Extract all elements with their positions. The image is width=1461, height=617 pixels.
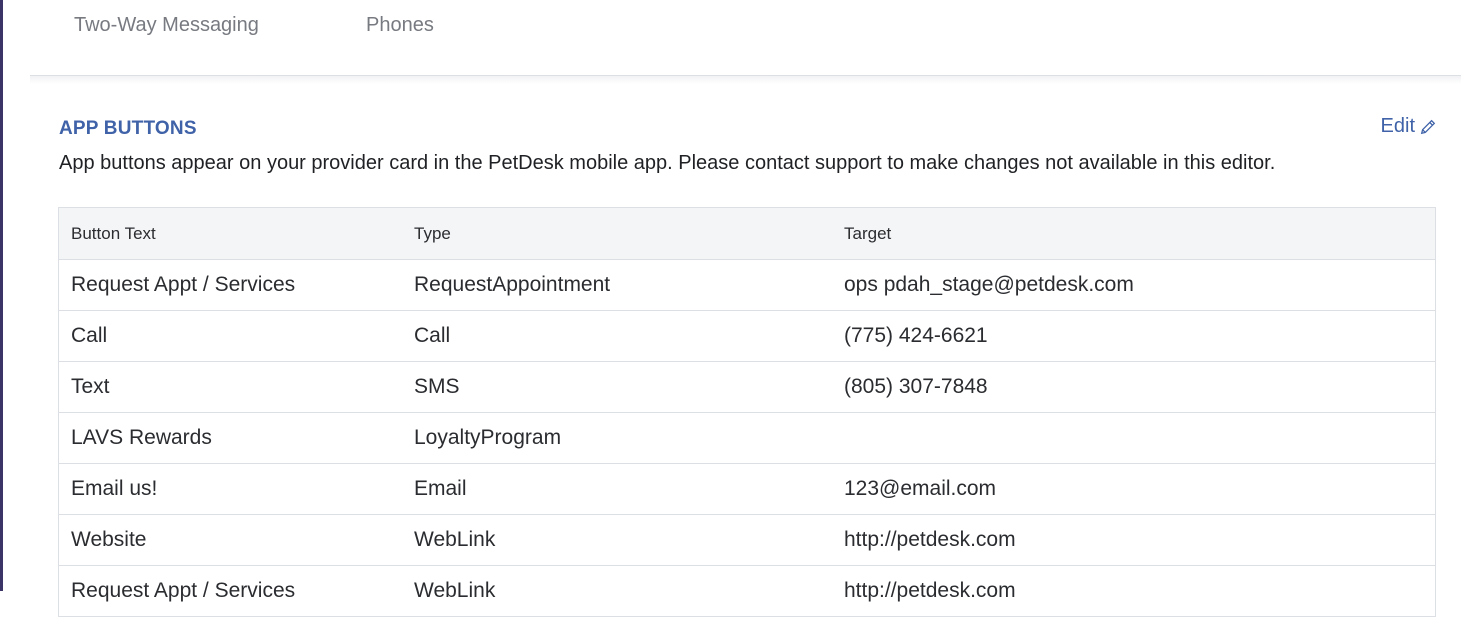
cell-target: (775) 424-6621 xyxy=(832,310,1435,362)
cell-button-text: LAVS Rewards xyxy=(59,412,402,464)
cell-target: 123@email.com xyxy=(832,463,1435,515)
left-gutter xyxy=(3,0,30,591)
cell-button-text: Call xyxy=(59,310,402,362)
table-header-row: Button Text Type Target xyxy=(59,208,1435,260)
cell-type: WebLink xyxy=(402,565,832,617)
column-header-target: Target xyxy=(832,208,1435,260)
section-title: APP BUTTONS xyxy=(59,118,197,139)
section-description: App buttons appear on your provider card… xyxy=(59,152,1276,174)
cell-button-text: Email us! xyxy=(59,463,402,515)
table-row: Request Appt / Services WebLink http://p… xyxy=(59,565,1435,617)
column-header-type: Type xyxy=(402,208,832,260)
cell-target: (805) 307-7848 xyxy=(832,361,1435,413)
table-row: Request Appt / Services RequestAppointme… xyxy=(59,259,1435,311)
column-header-button-text: Button Text xyxy=(59,208,402,260)
settings-tabs: Two-Way Messaging Phones xyxy=(30,0,1461,76)
cell-type: Email xyxy=(402,463,832,515)
cell-button-text: Website xyxy=(59,514,402,566)
cell-target: http://petdesk.com xyxy=(832,514,1435,566)
cell-target: ops pdah_stage@petdesk.com xyxy=(832,259,1435,311)
cell-button-text: Request Appt / Services xyxy=(59,565,402,617)
table-row: Website WebLink http://petdesk.com xyxy=(59,514,1435,566)
app-buttons-table: Button Text Type Target Request Appt / S… xyxy=(58,207,1436,617)
cell-button-text: Request Appt / Services xyxy=(59,259,402,311)
cell-type: SMS xyxy=(402,361,832,413)
tab-two-way-messaging[interactable]: Two-Way Messaging xyxy=(74,14,259,37)
table-row: LAVS Rewards LoyaltyProgram xyxy=(59,412,1435,464)
table-row: Text SMS (805) 307-7848 xyxy=(59,361,1435,413)
cell-type: RequestAppointment xyxy=(402,259,832,311)
pencil-icon xyxy=(1420,119,1436,134)
cell-type: LoyaltyProgram xyxy=(402,412,832,464)
edit-label: Edit xyxy=(1380,115,1415,137)
cell-target xyxy=(832,412,1435,464)
cell-type: WebLink xyxy=(402,514,832,566)
table-row: Call Call (775) 424-6621 xyxy=(59,310,1435,362)
tab-phones[interactable]: Phones xyxy=(366,14,434,37)
cell-type: Call xyxy=(402,310,832,362)
edit-button[interactable]: Edit xyxy=(1381,115,1437,138)
cell-button-text: Text xyxy=(59,361,402,413)
table-row: Email us! Email 123@email.com xyxy=(59,463,1435,515)
section-divider xyxy=(30,76,1461,84)
cell-target: http://petdesk.com xyxy=(832,565,1435,617)
